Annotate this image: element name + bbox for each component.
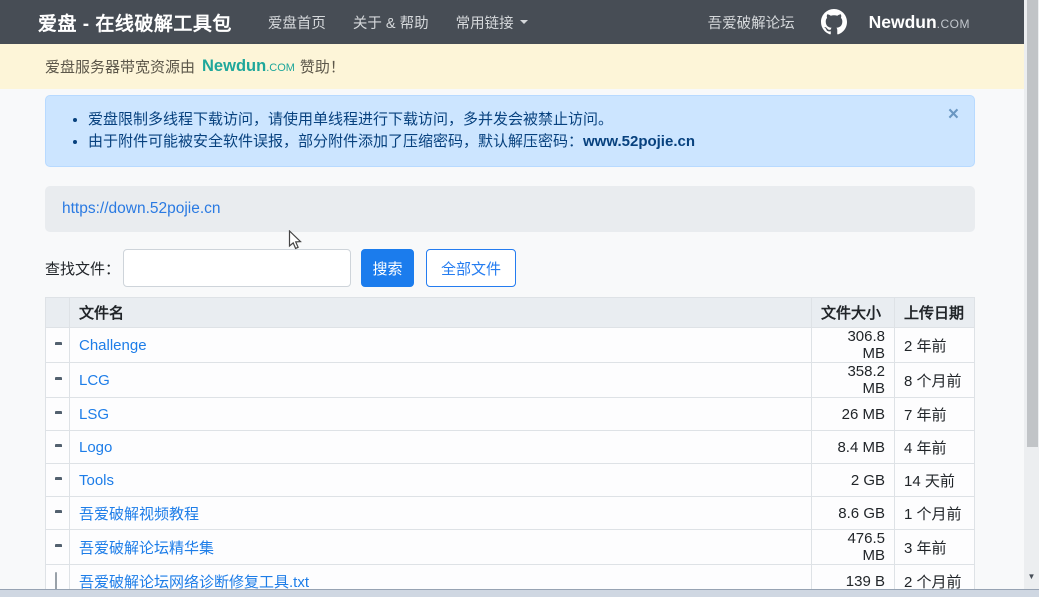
alert-line-2: 由于附件可能被安全软件误报，部分附件添加了压缩密码，默认解压密码：www.52p… bbox=[88, 131, 930, 153]
nav-item-common-links[interactable]: 常用链接 bbox=[456, 12, 528, 33]
row-name-cell: 吾爱破解视频教程 bbox=[69, 496, 812, 530]
table-row: LCG 358.2 MB 8 个月前 bbox=[45, 362, 975, 398]
file-link[interactable]: LCG bbox=[79, 372, 110, 389]
row-date-cell: 7 年前 bbox=[894, 397, 975, 431]
alert-line-1: 爱盘限制多线程下载访问，请使用单线程进行下载访问，多并发会被禁止访问。 bbox=[88, 109, 930, 131]
taskbar-edge bbox=[0, 589, 1039, 597]
scrollbar-thumb[interactable] bbox=[1027, 0, 1038, 447]
sponsor-newdun-main: Newdun bbox=[202, 57, 267, 75]
icon-column-header bbox=[45, 297, 70, 328]
row-name-cell: LCG bbox=[69, 362, 812, 398]
table-row: Tools 2 GB 14 天前 bbox=[45, 463, 975, 497]
row-date-cell: 1 个月前 bbox=[894, 496, 975, 530]
row-date-cell: 14 天前 bbox=[894, 463, 975, 497]
site-brand[interactable]: 爱盘 - 在线破解工具包 bbox=[38, 9, 232, 36]
alert-password: www.52pojie.cn bbox=[583, 133, 695, 150]
alert-list: 爱盘限制多线程下载访问，请使用单线程进行下载访问，多并发会被禁止访问。 由于附件… bbox=[67, 109, 930, 153]
close-icon[interactable]: × bbox=[948, 105, 959, 124]
row-size-cell: 476.5 MB bbox=[811, 529, 895, 565]
nav-links: 爱盘首页 关于 & 帮助 常用链接 bbox=[268, 12, 555, 33]
file-link[interactable]: LSG bbox=[79, 406, 109, 423]
search-input[interactable] bbox=[123, 249, 352, 287]
table-row: 吾爱破解论坛精华集 476.5 MB 3 年前 bbox=[45, 529, 975, 565]
search-button[interactable]: 搜索 bbox=[361, 249, 415, 287]
newdun-logo-suffix: .COM bbox=[936, 16, 970, 31]
row-date-cell: 4 年前 bbox=[894, 430, 975, 464]
sponsor-text-prefix: 爱盘服务器带宽资源由 bbox=[45, 59, 196, 76]
file-link[interactable]: 吾爱破解论坛精华集 bbox=[79, 540, 214, 557]
date-column-header: 上传日期 bbox=[894, 297, 975, 328]
table-row: LSG 26 MB 7 年前 bbox=[45, 397, 975, 431]
main-container: 爱盘限制多线程下载访问，请使用单线程进行下载访问，多并发会被禁止访问。 由于附件… bbox=[45, 95, 975, 597]
row-name-cell: Challenge bbox=[69, 327, 812, 363]
row-icon-cell bbox=[45, 362, 70, 398]
row-size-cell: 358.2 MB bbox=[811, 362, 895, 398]
browser-viewport: 爱盘 - 在线破解工具包 爱盘首页 关于 & 帮助 常用链接 吾爱破解论坛 Ne… bbox=[0, 0, 1039, 597]
row-icon-cell bbox=[45, 529, 70, 565]
row-icon-cell bbox=[45, 327, 70, 363]
nav-item-about-help[interactable]: 关于 & 帮助 bbox=[353, 12, 429, 33]
newdun-logo[interactable]: Newdun .COM bbox=[869, 12, 970, 33]
table-row: Challenge 306.8 MB 2 年前 bbox=[45, 327, 975, 363]
file-icon bbox=[55, 571, 57, 591]
row-icon-cell bbox=[45, 463, 70, 497]
newdun-logo-main: Newdun bbox=[868, 11, 937, 32]
file-link[interactable]: 吾爱破解视频教程 bbox=[79, 506, 199, 523]
sponsor-newdun-link[interactable]: Newdun .COM bbox=[202, 57, 295, 76]
search-toolbar: 查找文件： 搜索 全部文件 bbox=[45, 249, 975, 287]
row-icon-cell bbox=[45, 430, 70, 464]
breadcrumb: https://down.52pojie.cn bbox=[45, 186, 975, 232]
file-link[interactable]: Tools bbox=[79, 472, 114, 489]
file-table: 文件名 文件大小 上传日期 Challenge 306.8 MB 2 年前 LC bbox=[45, 297, 975, 597]
row-name-cell: Tools bbox=[69, 463, 812, 497]
sponsor-newdun-suffix: .COM bbox=[266, 62, 295, 74]
row-size-cell: 8.6 GB bbox=[811, 496, 895, 530]
row-name-cell: Logo bbox=[69, 430, 812, 464]
row-date-cell: 8 个月前 bbox=[894, 362, 975, 398]
row-size-cell: 2 GB bbox=[811, 463, 895, 497]
row-name-cell: LSG bbox=[69, 397, 812, 431]
sponsor-banner: 爱盘服务器带宽资源由 Newdun .COM 赞助！ bbox=[0, 44, 1024, 89]
row-date-cell: 3 年前 bbox=[894, 529, 975, 565]
row-icon-cell bbox=[45, 496, 70, 530]
alert-line-2-text: 由于附件可能被安全软件误报，部分附件添加了压缩密码，默认解压密码： bbox=[88, 133, 584, 150]
nav-item-common-links-label: 常用链接 bbox=[455, 15, 514, 32]
row-size-cell: 26 MB bbox=[811, 397, 895, 431]
size-column-header: 文件大小 bbox=[811, 297, 895, 328]
file-link[interactable]: 吾爱破解论坛网络诊断修复工具.txt bbox=[79, 574, 309, 591]
table-row: 吾爱破解视频教程 8.6 GB 1 个月前 bbox=[45, 496, 975, 530]
sponsor-text-suffix: 赞助！ bbox=[299, 59, 345, 76]
vertical-scrollbar[interactable]: ▼ bbox=[1024, 0, 1039, 597]
github-icon[interactable] bbox=[820, 9, 847, 35]
file-link[interactable]: Logo bbox=[79, 439, 112, 456]
scrollbar-down-arrow-icon[interactable]: ▼ bbox=[1024, 572, 1039, 582]
top-navbar: 爱盘 - 在线破解工具包 爱盘首页 关于 & 帮助 常用链接 吾爱破解论坛 Ne… bbox=[0, 0, 1024, 44]
nav-item-home[interactable]: 爱盘首页 bbox=[268, 12, 326, 33]
navbar-right: 吾爱破解论坛 Newdun .COM bbox=[708, 9, 970, 35]
row-size-cell: 8.4 MB bbox=[811, 430, 895, 464]
row-size-cell: 306.8 MB bbox=[811, 327, 895, 363]
file-link[interactable]: Challenge bbox=[79, 337, 147, 354]
table-header-row: 文件名 文件大小 上传日期 bbox=[45, 297, 975, 328]
table-row: Logo 8.4 MB 4 年前 bbox=[45, 430, 975, 464]
info-alert: 爱盘限制多线程下载访问，请使用单线程进行下载访问，多并发会被禁止访问。 由于附件… bbox=[45, 95, 975, 167]
search-label: 查找文件： bbox=[45, 260, 121, 278]
forum-link[interactable]: 吾爱破解论坛 bbox=[708, 12, 795, 33]
all-files-button[interactable]: 全部文件 bbox=[426, 249, 517, 287]
row-name-cell: 吾爱破解论坛精华集 bbox=[69, 529, 812, 565]
row-icon-cell bbox=[45, 397, 70, 431]
name-column-header: 文件名 bbox=[69, 297, 812, 328]
row-date-cell: 2 年前 bbox=[894, 327, 975, 363]
chevron-down-icon bbox=[519, 20, 528, 24]
breadcrumb-root-link[interactable]: https://down.52pojie.cn bbox=[62, 200, 221, 218]
page: 爱盘 - 在线破解工具包 爱盘首页 关于 & 帮助 常用链接 吾爱破解论坛 Ne… bbox=[0, 0, 1024, 597]
